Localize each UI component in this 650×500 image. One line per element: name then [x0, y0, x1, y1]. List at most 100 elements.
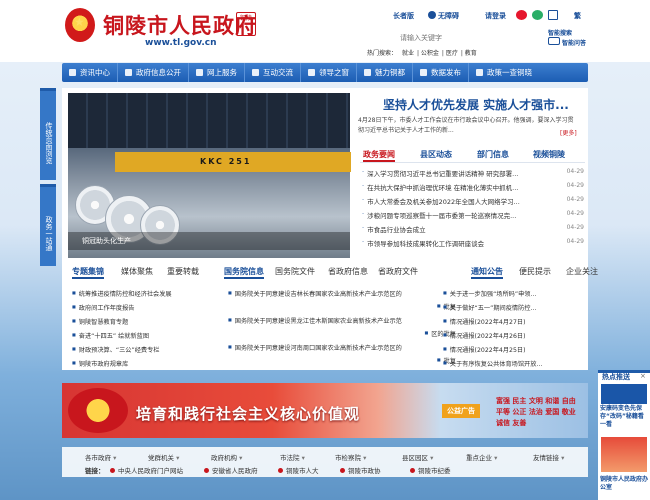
site-name[interactable]: 铜陵市人民政府: [103, 10, 257, 40]
tab-province-docs[interactable]: 省政府文件: [378, 266, 418, 277]
elder-version-link[interactable]: 长者版: [393, 11, 414, 21]
site-domain: www.tl.gov.cn: [145, 38, 217, 48]
footer-link[interactable]: 安徽省人民政府: [204, 465, 258, 475]
tab-topics[interactable]: 专题集锦: [72, 266, 104, 279]
nav-item[interactable]: 数据发布: [413, 63, 469, 82]
footer-select[interactable]: 重点企业: [466, 452, 497, 462]
news-item[interactable]: 涉粮问题专项巡察暨十一届市委第一轮巡察情况完... 04-29: [362, 210, 584, 220]
main-nav: 资讯中心 政府信息公开 网上服务 互动交流 领导之窗 魅力铜都 数据发布 政策一…: [62, 63, 588, 82]
list-item[interactable]: 情况通报(2022年4月26日): [443, 331, 583, 340]
smart-qa-button[interactable]: 智能问答: [562, 38, 586, 47]
list-item[interactable]: 铜陵市政府规章库: [72, 359, 212, 368]
footer-link[interactable]: 中央人民政府门户网站: [110, 465, 183, 475]
search-input[interactable]: [400, 32, 520, 44]
smart-search-button[interactable]: 智能搜索: [548, 28, 572, 37]
nav-item[interactable]: 政策一查铜晓: [469, 63, 539, 82]
nav-item[interactable]: 网上服务: [189, 63, 245, 82]
headline[interactable]: 坚持人才优先发展 实施人才强市...: [383, 96, 569, 113]
footer-select[interactable]: 党群机关: [148, 452, 179, 462]
list-item[interactable]: 关于进一步加强“场所码”申领...: [443, 289, 583, 298]
nav-label: 互动交流: [263, 68, 293, 77]
news-date: 04-29: [566, 196, 584, 203]
list-item[interactable]: 奋进“十四五” 绘就新蓝图: [72, 331, 212, 340]
nav-item[interactable]: 资讯中心: [62, 63, 118, 82]
login-link[interactable]: 请登录: [485, 11, 506, 21]
nav-label: 资讯中心: [80, 68, 110, 77]
news-title: 深入学习贯彻习近平总书记重要讲话精神 研究部署...: [367, 170, 519, 178]
more-link[interactable]: [更多]: [560, 128, 577, 137]
list-title: 统筹推进疫情防控和经济社会发展: [78, 291, 172, 298]
list-date: (2022年4月25日): [474, 347, 526, 354]
footer-link[interactable]: 铜陵市政协: [340, 465, 381, 475]
list-item[interactable]: 统筹推进疫情防控和经济社会发展: [72, 289, 212, 298]
list-item[interactable]: 关于做好“五一”期间疫情防控...: [443, 303, 583, 312]
weibo-icon[interactable]: [516, 10, 527, 20]
tab-state-council-info[interactable]: 国务院信息: [224, 266, 264, 279]
list-item[interactable]: 财政预决算、“三公”经费专栏: [72, 345, 212, 354]
footer-select[interactable]: 政府机构: [211, 452, 242, 462]
tab-notices[interactable]: 通知公告: [471, 266, 503, 279]
news-item[interactable]: 市人大常委会及机关参加2022年全国人大网络学习... 04-29: [362, 196, 584, 206]
tab-tips[interactable]: 便民提示: [519, 266, 551, 277]
accessibility-link[interactable]: 无障碍: [438, 11, 459, 21]
list-item[interactable]: 情况通报(2022年4月25日): [443, 345, 583, 354]
wechat-icon[interactable]: [532, 10, 543, 20]
links-label: 链接：: [85, 467, 105, 475]
city-icon: [364, 69, 371, 76]
tab-province-info[interactable]: 省政府信息: [328, 266, 368, 277]
mobile-icon[interactable]: [548, 10, 558, 20]
list-item[interactable]: 政府间工作年度报告: [72, 303, 212, 312]
footer-select[interactable]: 各市政府: [85, 452, 116, 462]
list-item[interactable]: 国务院关于同意建设黑龙江佳木斯国家农业高新技术产业示范: [228, 316, 452, 325]
hot-word[interactable]: 医疗: [446, 50, 458, 57]
list-item[interactable]: 铜陵智慧教育专题: [72, 317, 212, 326]
divider: [360, 162, 585, 163]
news-item[interactable]: 深入学习贯彻习近平总书记重要讲话精神 研究部署... 04-29: [362, 168, 584, 178]
accessibility-icon[interactable]: [428, 11, 436, 19]
hot-word[interactable]: 教育: [465, 50, 477, 57]
footer-link[interactable]: 铜陵市纪委: [410, 465, 451, 475]
list-item[interactable]: 关于有序恢复公共体育场馆开放...: [443, 359, 583, 368]
footer-link[interactable]: 铜陵市人大: [278, 465, 319, 475]
tab-enterprise[interactable]: 企业关注: [566, 266, 598, 277]
footer-select[interactable]: 市法院: [280, 452, 305, 462]
footer-select[interactable]: 市检察院: [335, 452, 366, 462]
nav-item[interactable]: 政府信息公开: [118, 63, 189, 82]
traditional-view-tab[interactable]: 传统页面浏览: [40, 88, 56, 180]
tab-video[interactable]: 视频铜陵: [533, 149, 565, 160]
tab-state-council-docs[interactable]: 国务院文件: [275, 266, 315, 277]
nav-item[interactable]: 互动交流: [245, 63, 301, 82]
news-item[interactable]: 在共抗大保护中抓治理优环境 在精准化薄实中抓机... 04-29: [362, 182, 584, 192]
hot-search: 热门搜索： 就业 | 公积金 | 医疗 | 教育: [367, 50, 477, 57]
hot-push-image[interactable]: [601, 437, 647, 472]
tab-dept-info[interactable]: 部门信息: [477, 149, 509, 160]
footer-select[interactable]: 友情链接: [533, 452, 564, 462]
hot-word[interactable]: 公积金: [421, 50, 439, 57]
leader-icon: [308, 69, 315, 76]
hot-push-item[interactable]: 安康码变色先保存“改码”秘籍看一看: [600, 405, 648, 429]
news-title: 市人大常委会及机关参加2022年全国人大网络学习...: [367, 198, 520, 206]
data-icon: [420, 69, 427, 76]
close-icon[interactable]: ×: [640, 372, 646, 380]
list-title: 关于做好“五一”期间疫情防控...: [449, 305, 537, 312]
nav-item[interactable]: 领导之窗: [301, 63, 357, 82]
banner-values: 富强 民主 文明 和谐 自由 平等 公正 法治 爱国 敬业 诚信 友善: [496, 397, 576, 427]
list-title: 财政预决算、“三公”经费专栏: [78, 347, 160, 354]
tab-county-news[interactable]: 县区动态: [420, 149, 452, 160]
list-item[interactable]: 国务院关于同意建设河南周口国家农业高新技术产业示范区的: [228, 343, 452, 352]
news-item[interactable]: 市领导参加科技成果转化工作调研座谈会 04-29: [362, 238, 584, 248]
hot-push-image[interactable]: [601, 384, 647, 404]
nav-item[interactable]: 魅力铜都: [357, 63, 413, 82]
tab-media[interactable]: 媒体聚焦: [121, 266, 153, 277]
tab-gov-news[interactable]: 政务要闻: [363, 149, 395, 162]
tab-reprint[interactable]: 重要转载: [167, 266, 199, 277]
hot-push-item[interactable]: 铜陵市人民政府办公室: [600, 476, 648, 492]
robot-icon: [548, 37, 560, 45]
one-stop-tab[interactable]: 政务一站通: [40, 184, 56, 266]
traditional-chinese-link[interactable]: 繁: [574, 11, 581, 21]
footer-select[interactable]: 县区园区: [402, 452, 433, 462]
news-item[interactable]: 市食品行业协会成立 04-29: [362, 224, 584, 234]
hot-word[interactable]: 就业: [402, 50, 414, 57]
list-item[interactable]: 情况通报(2022年4月27日): [443, 317, 583, 326]
list-item[interactable]: 国务院关于同意建设吉林长春国家农业高新技术产业示范区的: [228, 289, 452, 298]
